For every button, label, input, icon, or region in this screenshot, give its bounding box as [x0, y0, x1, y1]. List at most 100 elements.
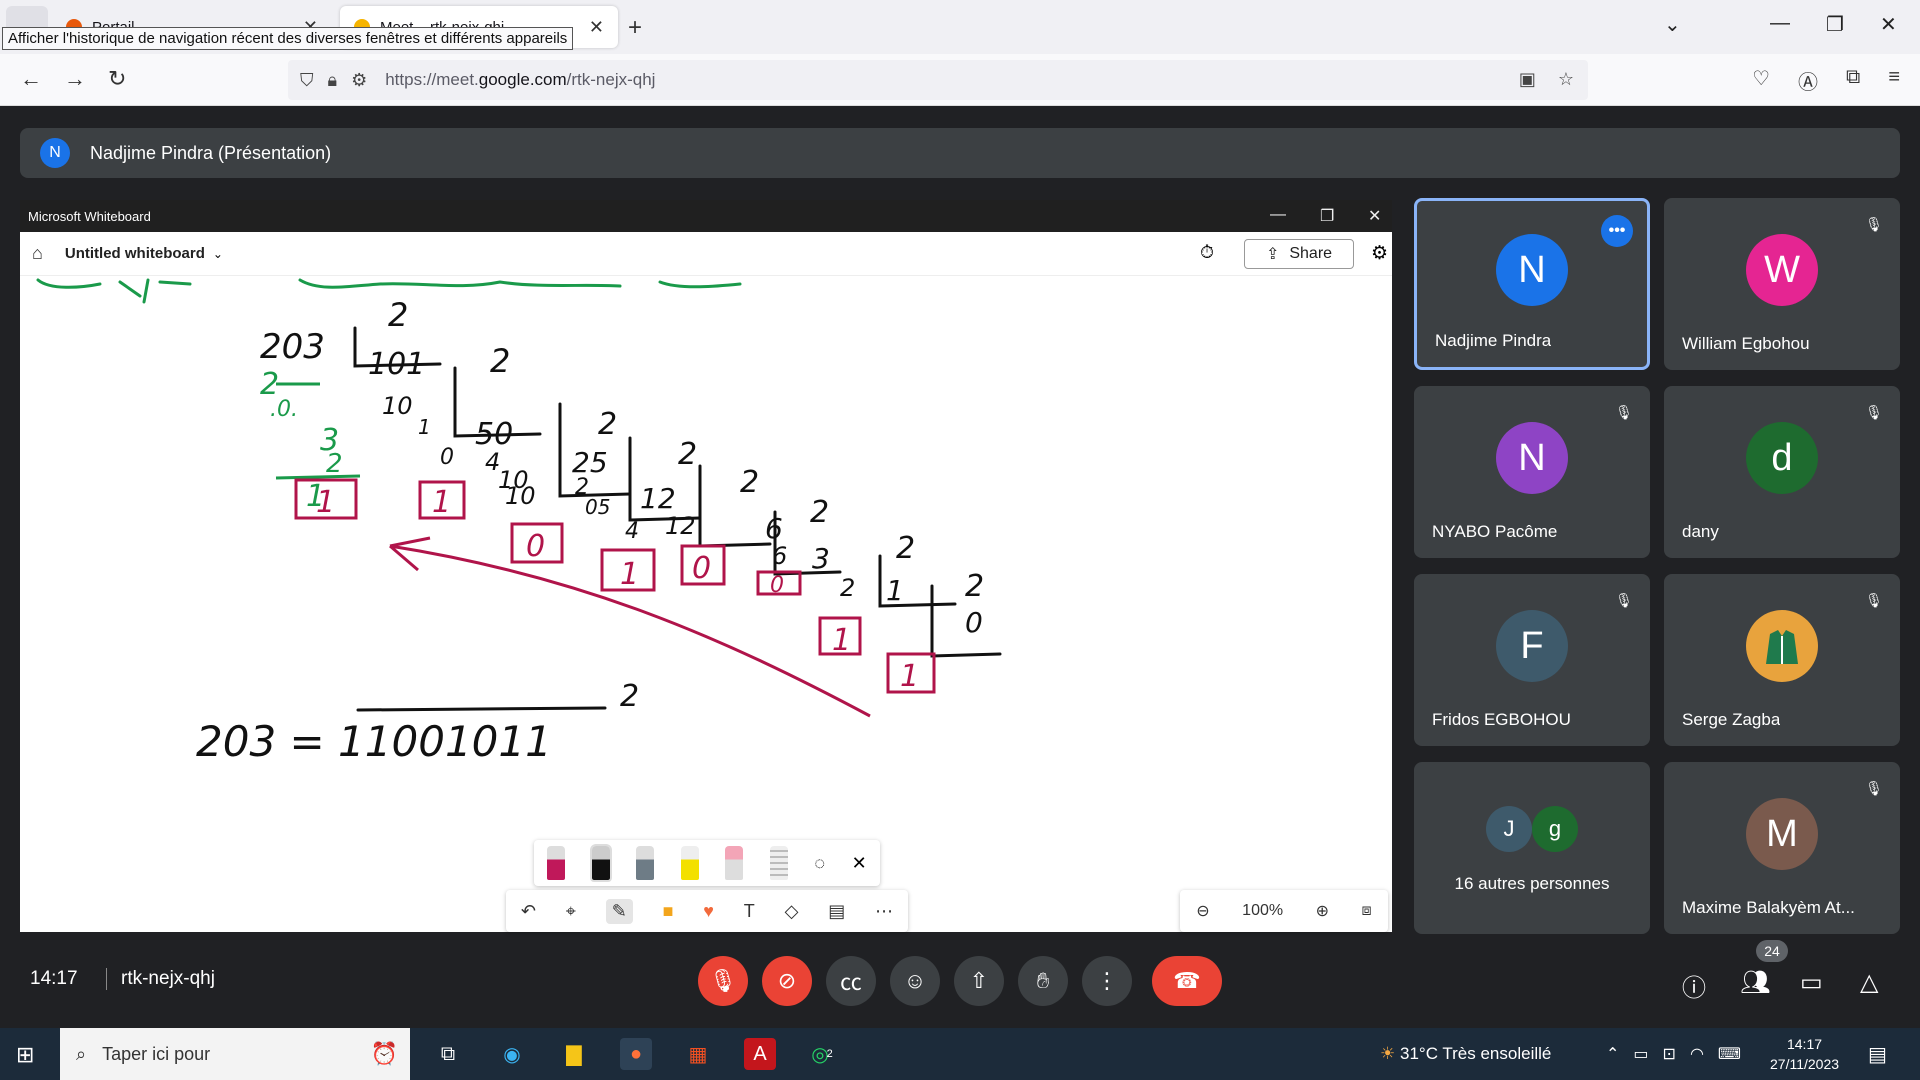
- text-icon[interactable]: T: [744, 901, 755, 922]
- account-icon[interactable]: Ⓐ: [1798, 66, 1818, 95]
- notifications-icon[interactable]: ▤: [1868, 1042, 1887, 1067]
- wifi-icon[interactable]: ◠: [1690, 1044, 1704, 1064]
- whiteboard-canvas[interactable]: 203 2 101 2 10 1 50 2 4 10 10 25 2 2 05 …: [20, 276, 1392, 932]
- minimize-icon[interactable]: —: [1770, 12, 1790, 35]
- zoom-out-icon[interactable]: ⊖: [1196, 901, 1209, 921]
- svg-text:10: 10: [382, 392, 413, 420]
- screen-share-icon[interactable]: ▣: [1519, 69, 1536, 90]
- lasso-icon[interactable]: ◌: [814, 853, 825, 874]
- zoom-in-icon[interactable]: ⊕: [1316, 901, 1329, 921]
- lock-icon[interactable]: 🔒︎: [328, 70, 338, 91]
- close-icon[interactable]: ✕: [1368, 206, 1381, 226]
- url-bar[interactable]: ⛉ 🔒︎ ⚙︎ https://meet.google.com/rtk-nejx…: [288, 60, 1588, 100]
- timer-icon[interactable]: ⏱: [1200, 242, 1214, 263]
- participant-tile[interactable]: 🎙︎ Serge Zagba: [1664, 574, 1900, 746]
- participant-tile[interactable]: N 🎙︎ NYABO Pacôme: [1414, 386, 1650, 558]
- close-icon[interactable]: ✕: [852, 853, 867, 874]
- weather-widget[interactable]: ☀ 31°C Très ensoleillé: [1380, 1044, 1551, 1064]
- activities-icon[interactable]: △: [1860, 968, 1878, 997]
- highlighter-icon[interactable]: [680, 846, 699, 880]
- whatsapp-icon[interactable]: ◎ 2: [806, 1038, 838, 1070]
- more-icon[interactable]: ⋯: [875, 901, 893, 922]
- sticky-note-icon[interactable]: ■: [663, 901, 674, 922]
- restore-icon[interactable]: ❐: [1826, 12, 1844, 37]
- board-name[interactable]: Untitled whiteboard: [65, 245, 205, 262]
- back-icon[interactable]: ←: [20, 66, 42, 92]
- more-vert-icon: ⋮: [1096, 968, 1118, 993]
- hang-up-icon: ☎: [1173, 968, 1201, 993]
- minimize-icon[interactable]: —: [1270, 206, 1286, 224]
- emoji-button[interactable]: ☺: [890, 956, 940, 1006]
- pocket-icon[interactable]: ♡: [1752, 66, 1770, 95]
- pen-icon[interactable]: ✎: [605, 898, 633, 924]
- tooltip: Afficher l'historique de navigation réce…: [2, 27, 574, 50]
- participant-tile[interactable]: N ••• Nadjime Pindra: [1414, 198, 1650, 370]
- permissions-icon[interactable]: ⚙︎: [351, 70, 367, 91]
- task-view-icon[interactable]: ⧉: [432, 1038, 464, 1070]
- bookmark-star-icon[interactable]: ☆: [1558, 69, 1574, 90]
- battery-icon[interactable]: ▭: [1633, 1044, 1648, 1064]
- url-text[interactable]: https://meet.google.com/rtk-nejx-qhj: [385, 70, 655, 90]
- home-icon[interactable]: ⌂: [32, 243, 43, 264]
- svg-text:2: 2: [678, 437, 697, 472]
- eraser-icon[interactable]: [725, 846, 744, 880]
- templates-icon[interactable]: ▤: [828, 901, 845, 922]
- camera-off-button[interactable]: ⊘: [762, 956, 812, 1006]
- ruler-icon[interactable]: [769, 846, 788, 880]
- new-tab-icon[interactable]: +: [628, 14, 642, 42]
- restore-icon[interactable]: ❐: [1320, 206, 1334, 226]
- svg-text:0: 0: [965, 606, 983, 639]
- others-tile[interactable]: J g 16 autres personnes: [1414, 762, 1650, 934]
- info-icon[interactable]: ⓘ: [1682, 968, 1706, 1003]
- gray-pen-icon[interactable]: [636, 846, 655, 880]
- firefox-icon[interactable]: ●: [620, 1038, 652, 1070]
- captions-button[interactable]: ㏄: [826, 956, 876, 1006]
- close-window-icon[interactable]: ✕: [1880, 12, 1897, 37]
- reaction-icon[interactable]: ♥: [703, 901, 714, 922]
- leave-call-button[interactable]: ☎: [1152, 956, 1222, 1006]
- chevron-up-icon[interactable]: ⌃: [1606, 1044, 1619, 1064]
- gear-icon[interactable]: ⚙: [1371, 242, 1388, 265]
- acrobat-icon[interactable]: A: [744, 1038, 776, 1070]
- more-options-button[interactable]: ⋮: [1082, 956, 1132, 1006]
- participant-tile[interactable]: W 🎙︎ William Egbohou: [1664, 198, 1900, 370]
- shield-icon[interactable]: ⛉: [300, 70, 314, 91]
- windows-start-icon[interactable]: ⊞: [16, 1042, 34, 1068]
- people-icon[interactable]: 👥︎: [1740, 968, 1770, 997]
- extensions-icon[interactable]: ⧉: [1846, 66, 1860, 95]
- chat-icon[interactable]: ▭: [1800, 968, 1823, 997]
- svg-text:05: 05: [585, 495, 610, 519]
- meeting-code: rtk-nejx-qhj: [106, 968, 215, 990]
- share-button[interactable]: ⇪ Share: [1244, 239, 1354, 269]
- menu-icon[interactable]: ≡: [1888, 66, 1900, 95]
- chevron-down-icon[interactable]: ⌄: [213, 247, 223, 261]
- forward-icon[interactable]: →: [64, 66, 86, 92]
- tab-overflow-chevron-icon[interactable]: ⌄: [1664, 12, 1681, 37]
- present-button[interactable]: ⇧: [954, 956, 1004, 1006]
- mic-off-button[interactable]: 🎙︎: [698, 956, 748, 1006]
- participant-tile[interactable]: d 🎙︎ dany: [1664, 386, 1900, 558]
- file-explorer-icon[interactable]: ▇: [558, 1038, 590, 1070]
- svg-text:1: 1: [832, 623, 851, 658]
- system-clock[interactable]: 14:17 27/11/2023: [1770, 1034, 1839, 1074]
- red-pen-icon[interactable]: [547, 846, 566, 880]
- edge-icon[interactable]: ◉: [496, 1038, 528, 1070]
- svg-text:1: 1: [316, 485, 335, 520]
- participant-tile[interactable]: F 🎙︎ Fridos EGBOHOU: [1414, 574, 1650, 746]
- device-icon[interactable]: ⊡: [1663, 1044, 1676, 1064]
- close-icon[interactable]: ✕: [589, 17, 604, 38]
- black-pen-icon[interactable]: [589, 844, 612, 882]
- undo-icon[interactable]: ↶: [521, 901, 536, 922]
- more-options-icon[interactable]: •••: [1601, 215, 1633, 247]
- select-icon[interactable]: ⌖: [566, 901, 576, 922]
- store-icon[interactable]: ▦: [682, 1038, 714, 1070]
- reload-icon[interactable]: ↻: [108, 66, 126, 92]
- taskbar-search[interactable]: ⌕ Taper ici pour ⏰: [60, 1028, 410, 1080]
- navigation-bar: ← → ↻ ⛉ 🔒︎ ⚙︎ https://meet.google.com/rt…: [0, 54, 1920, 106]
- participant-tile[interactable]: M 🎙︎ Maxime Balakyèm At...: [1664, 762, 1900, 934]
- keyboard-icon[interactable]: ⌨: [1718, 1044, 1741, 1064]
- raise-hand-button[interactable]: ✋︎: [1018, 956, 1068, 1006]
- shapes-icon[interactable]: ◇: [785, 901, 799, 922]
- mic-off-icon: 🎙︎: [1865, 779, 1883, 796]
- fit-screen-icon[interactable]: ⧈: [1362, 902, 1372, 920]
